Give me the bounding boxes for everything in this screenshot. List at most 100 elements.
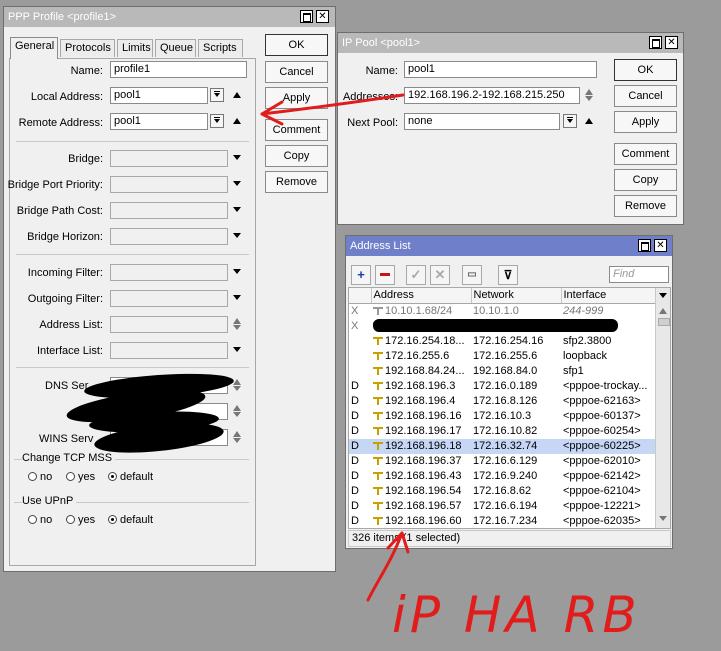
table-row[interactable]: X 10.10.1.68/24 10.10.1.0 244-999	[349, 304, 656, 320]
maximize-button[interactable]	[638, 239, 651, 252]
scroll-down-icon[interactable]	[659, 516, 667, 521]
close-button[interactable]: ✕	[665, 36, 678, 49]
bridge-path-cost-input[interactable]	[110, 202, 228, 219]
tab-queue[interactable]: Queue	[155, 39, 196, 57]
next-pool-input[interactable]: none	[404, 113, 560, 130]
vertical-scrollbar[interactable]	[655, 288, 670, 528]
find-input[interactable]: Find	[609, 266, 669, 283]
table-row[interactable]: 172.16.254.18... 172.16.254.16 sfp2.3800	[349, 334, 656, 349]
address-list-input[interactable]	[110, 316, 228, 333]
ok-button[interactable]: OK	[614, 59, 677, 81]
remove-button[interactable]: Remove	[265, 171, 328, 193]
copy-button[interactable]: Copy	[614, 169, 677, 191]
disable-icon[interactable]: ✕	[430, 265, 450, 285]
scroll-up-icon[interactable]	[659, 308, 667, 314]
dns-server-down-icon[interactable]	[233, 386, 241, 391]
local-address-collapse-icon[interactable]	[233, 92, 241, 98]
tab-limits[interactable]: Limits	[117, 39, 153, 57]
cancel-button[interactable]: Cancel	[265, 61, 328, 83]
comment-button[interactable]: Comment	[265, 119, 328, 141]
bridge-input[interactable]	[110, 150, 228, 167]
apply-button[interactable]: Apply	[265, 87, 328, 109]
local-address-dropdown[interactable]	[210, 88, 224, 102]
table-row[interactable]: D 192.168.196.3 172.16.0.189 <pppoe-trockay…	[349, 379, 656, 394]
remote-address-collapse-icon[interactable]	[233, 118, 241, 124]
table-row[interactable]: D 192.168.196.54 172.16.8.62 <pppoe-62104>	[349, 484, 656, 499]
table-row[interactable]: D 192.168.196.60 172.16.7.234 <pppoe-62035>	[349, 514, 656, 528]
maximize-button[interactable]	[649, 36, 662, 49]
outgoing-filter-expand-icon[interactable]	[233, 295, 241, 300]
table-row[interactable]: 192.168.84.24... 192.168.84.0 sfp1	[349, 364, 656, 379]
upnp-no-radio[interactable]: no	[28, 514, 52, 526]
interface-list-expand-icon[interactable]	[233, 347, 241, 352]
enable-icon[interactable]: ✓	[406, 265, 426, 285]
table-row[interactable]: D 192.168.196.57 172.16.6.194 <pppoe-12221>	[349, 499, 656, 514]
close-button[interactable]: ✕	[654, 239, 667, 252]
table-row[interactable]: D 192.168.196.16 172.16.10.3 <pppoe-60137>	[349, 409, 656, 424]
dns-server-up-icon[interactable]	[233, 379, 241, 385]
table-row[interactable]: D 192.168.196.18 172.16.32.74 <pppoe-60225>	[349, 439, 656, 454]
addresses-up-icon[interactable]	[585, 89, 593, 95]
ok-button[interactable]: OK	[265, 34, 328, 56]
wins-server-down-icon[interactable]	[233, 438, 241, 443]
incoming-filter-expand-icon[interactable]	[233, 269, 241, 274]
scroll-thumb[interactable]	[658, 318, 670, 326]
remote-address-dropdown[interactable]	[210, 114, 224, 128]
addresses-input[interactable]: 192.168.196.2-192.168.215.250	[404, 87, 580, 104]
outgoing-filter-input[interactable]	[110, 290, 228, 307]
tab-scripts[interactable]: Scripts	[198, 39, 243, 57]
upnp-default-radio[interactable]: default	[108, 514, 153, 526]
address-list-titlebar[interactable]: Address List ✕	[346, 236, 672, 256]
tcp-mss-default-radio[interactable]: default	[108, 471, 153, 483]
comment-icon[interactable]: ▭	[462, 265, 482, 285]
interface-list-input[interactable]	[110, 342, 228, 359]
bridge-port-priority-expand-icon[interactable]	[233, 181, 241, 186]
ppp-profile-titlebar[interactable]: PPP Profile <profile1> ✕	[4, 7, 335, 27]
table-row[interactable]: D 192.168.196.37 172.16.6.129 <pppoe-62010>	[349, 454, 656, 469]
flag-column-header[interactable]	[349, 288, 372, 304]
incoming-filter-input[interactable]	[110, 264, 228, 281]
table-row[interactable]: D 192.168.196.4 172.16.8.126 <pppoe-62163>	[349, 394, 656, 409]
address-cell-text: 192.168.196.57	[385, 500, 462, 512]
bridge-horizon-expand-icon[interactable]	[233, 233, 241, 238]
ip-pool-titlebar[interactable]: IP Pool <pool1> ✕	[338, 33, 683, 53]
comment-button[interactable]: Comment	[614, 143, 677, 165]
tcp-mss-no-radio[interactable]: no	[28, 471, 52, 483]
table-row[interactable]: 172.16.255.6 172.16.255.6 loopback	[349, 349, 656, 364]
remote-address-input[interactable]: pool1	[110, 113, 208, 130]
table-row[interactable]: D 192.168.196.43 172.16.9.240 <pppoe-62142>	[349, 469, 656, 484]
filter-icon[interactable]: ⊽	[498, 265, 518, 285]
bridge-port-priority-input[interactable]	[110, 176, 228, 193]
wins-server-up-icon[interactable]	[233, 431, 241, 437]
tab-protocols[interactable]: Protocols	[60, 39, 115, 57]
bridge-horizon-input[interactable]	[110, 228, 228, 245]
copy-button[interactable]: Copy	[265, 145, 328, 167]
addresses-down-icon[interactable]	[585, 96, 593, 101]
pool-name-input[interactable]: pool1	[404, 61, 597, 78]
upnp-yes-radio[interactable]: yes	[66, 514, 95, 526]
maximize-button[interactable]	[300, 10, 313, 23]
local-address-input[interactable]: pool1	[110, 87, 208, 104]
remove-icon[interactable]	[375, 265, 395, 285]
dns-server-2-down-icon[interactable]	[233, 412, 241, 417]
name-input[interactable]: profile1	[110, 61, 247, 78]
remove-button[interactable]: Remove	[614, 195, 677, 217]
dns-server-2-up-icon[interactable]	[233, 405, 241, 411]
next-pool-collapse-icon[interactable]	[585, 118, 593, 124]
address-list-up-icon[interactable]	[233, 318, 241, 324]
next-pool-dropdown[interactable]	[563, 114, 577, 128]
interface-column-header[interactable]: Interface	[561, 288, 657, 304]
bridge-path-cost-expand-icon[interactable]	[233, 207, 241, 212]
network-column-header[interactable]: Network	[471, 288, 562, 304]
apply-button[interactable]: Apply	[614, 111, 677, 133]
tcp-mss-yes-radio[interactable]: yes	[66, 471, 95, 483]
tab-general[interactable]: General	[10, 37, 58, 59]
bridge-expand-icon[interactable]	[233, 155, 241, 160]
table-row[interactable]: D 192.168.196.17 172.16.10.82 <pppoe-60254>	[349, 424, 656, 439]
close-button[interactable]: ✕	[316, 10, 329, 23]
address-list-down-icon[interactable]	[233, 325, 241, 330]
cancel-button[interactable]: Cancel	[614, 85, 677, 107]
add-icon[interactable]: +	[351, 265, 371, 285]
column-menu-icon[interactable]	[659, 293, 667, 298]
address-column-header[interactable]: Address	[371, 288, 472, 304]
